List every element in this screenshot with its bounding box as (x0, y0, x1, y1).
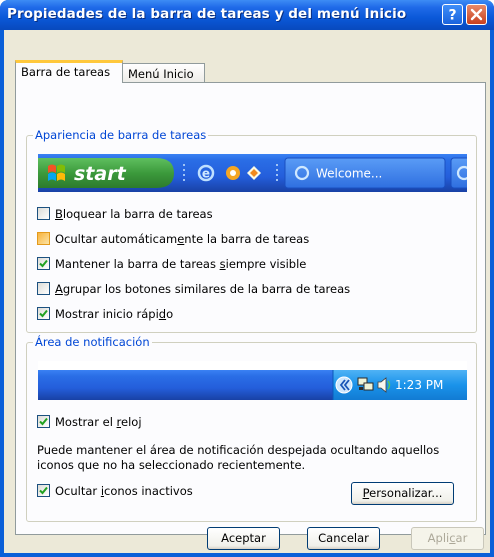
notification-preview: 1:23 PM (38, 361, 467, 400)
button-label: ersonalizar... (369, 486, 443, 500)
option-text: loquear la barra de tareas (62, 207, 213, 221)
group-buttons-checkbox[interactable] (37, 282, 50, 295)
option-text: Mostrar inicio rápi (55, 307, 159, 321)
svg-text:?: ? (448, 8, 456, 23)
hide-inactive-option[interactable]: Ocultar iconos inactivos (37, 484, 193, 500)
lock-taskbar-option[interactable]: Bloquear la barra de tareas (37, 207, 213, 223)
notification-group: Área de notificación 1:23 PM Mostrar el … (26, 335, 477, 522)
show-clock-option[interactable]: Mostrar el reloj (37, 415, 142, 431)
lock-taskbar-checkbox[interactable] (37, 207, 50, 220)
apply-label: Apli (427, 531, 450, 545)
apply-label: ar (455, 531, 468, 545)
auto-hide-option[interactable]: Ocultar automáticamente la barra de tare… (37, 232, 309, 248)
option-text: o (166, 307, 174, 321)
auto-hide-label: Ocultar automáticamente la barra de tare… (55, 232, 310, 246)
option-text: eloj (121, 415, 142, 429)
group-buttons-option[interactable]: Agrupar los botones similares de la barr… (37, 282, 350, 298)
tray-clock: 1:23 PM (395, 378, 443, 392)
taskbar-preview-image: start e Welcome... (38, 154, 467, 192)
tab-page-taskbar: Apariencia de barra de tareas start e We… (15, 82, 486, 535)
media-player-icon[interactable] (226, 166, 240, 180)
appearance-group: Apariencia de barra de tareas start e We… (26, 128, 477, 333)
close-icon (470, 8, 483, 21)
tab-start-menu[interactable]: Menú Inicio (123, 63, 205, 84)
checkmark-icon (39, 417, 48, 426)
close-button[interactable] (466, 4, 487, 25)
option-accelerator: B (55, 207, 63, 221)
ok-button[interactable]: Aceptar (207, 527, 280, 550)
option-text: Ocultar (55, 484, 101, 498)
option-text: grupar los botones similares de la barra… (62, 282, 351, 296)
option-accelerator: d (158, 307, 167, 321)
cancel-button-label: Cancelar (318, 531, 369, 545)
auto-hide-checkbox[interactable] (37, 232, 50, 245)
window-button-label: Welcome... (316, 167, 382, 181)
help-icon: ? (448, 8, 456, 23)
window-title: Propiedades de la barra de tareas y del … (7, 6, 407, 22)
ok-button-label: Aceptar (221, 531, 266, 545)
taskbar-preview: start e Welcome... (38, 154, 467, 192)
quick-launch-option[interactable]: Mostrar inicio rápido (37, 307, 173, 323)
checkmark-icon (39, 259, 48, 268)
svg-text:e: e (202, 167, 210, 181)
cancel-button[interactable]: Cancelar (307, 527, 380, 550)
appearance-group-title: Apariencia de barra de tareas (33, 128, 209, 142)
apply-button[interactable]: Aplicar (411, 527, 484, 550)
show-clock-checkbox[interactable] (37, 415, 50, 428)
keep-on-top-checkbox[interactable] (37, 257, 50, 270)
notification-description: Puede mantener el área de notificación d… (37, 443, 440, 472)
tab-taskbar[interactable]: Barra de tareas (15, 60, 123, 83)
dialog-window: Propiedades de la barra de tareas y del … (0, 0, 494, 557)
dialog-client-area: Barra de tareas Menú Inicio Apariencia d… (4, 30, 490, 553)
notification-group-title: Área de notificación (33, 335, 152, 349)
option-text: conos inactivos (104, 484, 193, 498)
customize-button[interactable]: Personalizar... (351, 482, 454, 505)
tab-start-menu-label: Menú Inicio (128, 67, 194, 81)
title-bar[interactable]: Propiedades de la barra de tareas y del … (0, 0, 494, 30)
keep-on-top-option[interactable]: Mantener la barra de tareas siempre visi… (37, 257, 306, 273)
option-text: Mostrar el (55, 415, 117, 429)
option-text: Mantener la barra de tareas (55, 257, 220, 271)
checkmark-icon (39, 309, 48, 318)
option-text: iempre visible (225, 257, 307, 271)
checkmark-icon (39, 486, 48, 495)
notification-preview-image: 1:23 PM (38, 370, 467, 400)
option-accelerator: A (55, 282, 63, 296)
hide-inactive-checkbox[interactable] (37, 484, 50, 497)
quick-launch-checkbox[interactable] (37, 307, 50, 320)
help-button[interactable]: ? (442, 4, 463, 25)
start-label: start (74, 163, 127, 185)
chevron-left-icon[interactable] (335, 376, 353, 394)
tab-taskbar-label: Barra de tareas (21, 65, 111, 79)
